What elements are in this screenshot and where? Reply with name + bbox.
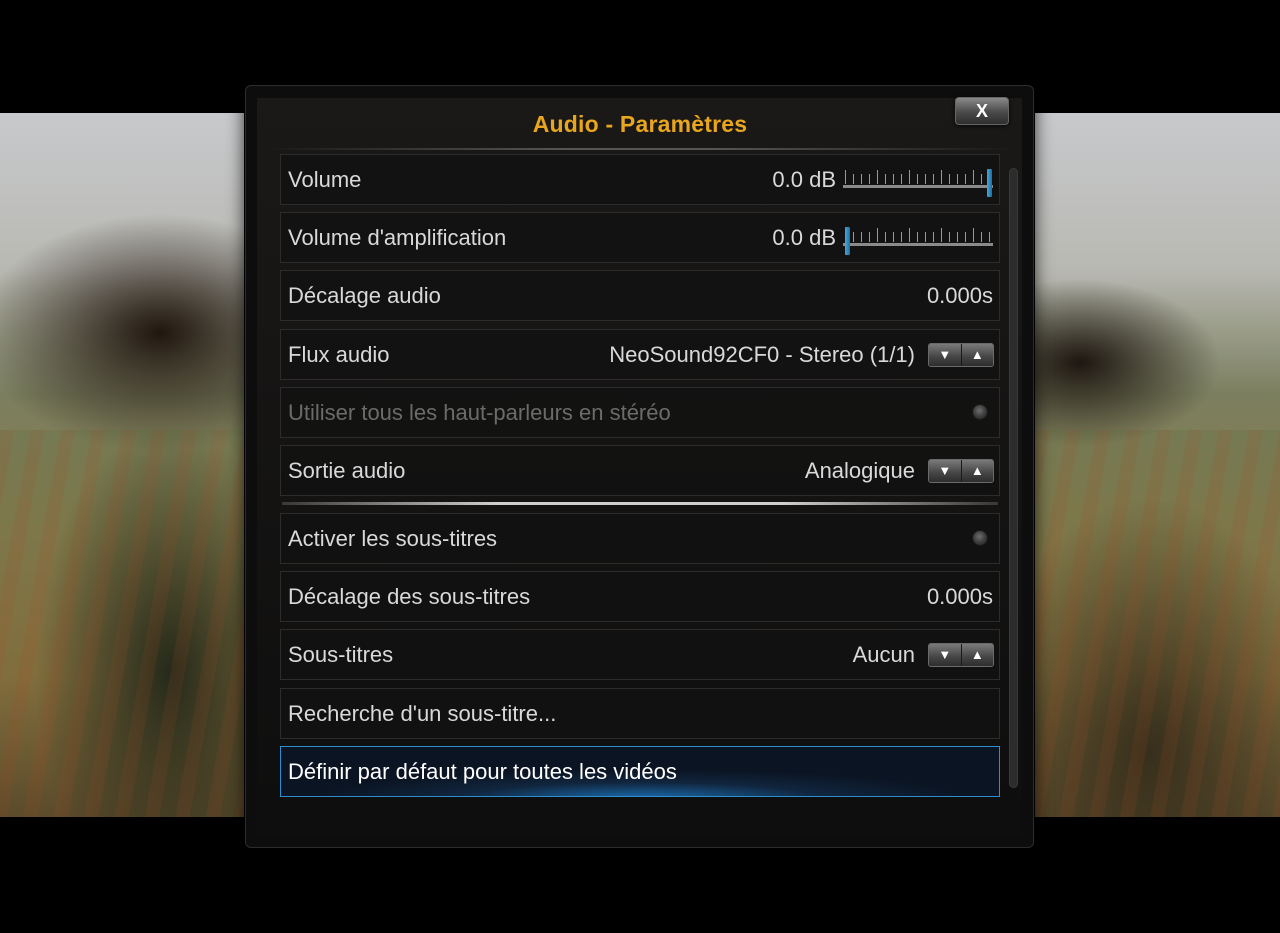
setting-subtitle-offset[interactable]: Décalage des sous-titres 0.000s (280, 571, 1000, 622)
setting-label: Recherche d'un sous-titre... (288, 701, 557, 726)
setting-search-subtitle[interactable]: Recherche d'un sous-titre... (280, 688, 1000, 739)
slider-knob[interactable] (987, 169, 992, 197)
setting-value: Analogique (804, 458, 915, 483)
setting-value: Aucun (852, 642, 915, 667)
setting-amplification[interactable]: Volume d'amplification 0.0 dB (280, 212, 1000, 263)
setting-subtitles[interactable]: Sous-titres Aucun ▼ ▲ (280, 629, 1000, 680)
spinner-down-icon[interactable]: ▼ (929, 460, 961, 482)
setting-enable-subtitles[interactable]: Activer les sous-titres (280, 513, 1000, 564)
setting-volume[interactable]: Volume 0.0 dB (280, 154, 1000, 205)
set-as-default-button[interactable]: Définir par défaut pour toutes les vidéo… (280, 746, 1000, 797)
setting-audio-stream[interactable]: Flux audio NeoSound92CF0 - Stereo (1/1) … (280, 329, 1000, 380)
setting-audio-output[interactable]: Sortie audio Analogique ▼ ▲ (280, 445, 1000, 496)
settings-scrollbar[interactable] (1009, 168, 1018, 788)
setting-label: Décalage des sous-titres (288, 584, 531, 609)
slider-track (843, 185, 993, 188)
setting-label: Flux audio (288, 342, 390, 367)
volume-slider[interactable] (843, 169, 993, 197)
setting-audio-offset[interactable]: Décalage audio 0.000s (280, 270, 1000, 321)
setting-value: 0.0 dB (772, 167, 836, 192)
audio-stream-spinner: ▼ ▲ (928, 343, 994, 367)
slider-ticks-major (845, 170, 991, 184)
radio-toggle-icon[interactable] (973, 531, 987, 545)
spinner-down-icon[interactable]: ▼ (929, 344, 961, 366)
setting-label: Sortie audio (288, 458, 406, 483)
spinner-up-icon[interactable]: ▲ (960, 460, 993, 482)
setting-value: 0.000s (926, 584, 993, 609)
setting-value: NeoSound92CF0 - Stereo (1/1) (609, 342, 915, 367)
amplification-slider[interactable] (843, 227, 993, 255)
slider-ticks-major (845, 228, 991, 242)
spinner-up-icon[interactable]: ▲ (960, 644, 993, 666)
section-divider (282, 502, 998, 505)
close-button[interactable]: X (955, 97, 1009, 125)
setting-label: Activer les sous-titres (288, 526, 498, 551)
setting-stereo-upmix: Utiliser tous les haut-parleurs en stéré… (280, 387, 1000, 438)
setting-label: Volume d'amplification (288, 225, 507, 250)
audio-output-spinner: ▼ ▲ (928, 459, 994, 483)
setting-label: Sous-titres (288, 642, 394, 667)
setting-label: Décalage audio (288, 283, 441, 308)
setting-label: Volume (288, 167, 362, 192)
setting-label: Utiliser tous les haut-parleurs en stéré… (288, 400, 671, 425)
slider-track (843, 243, 993, 246)
subtitles-spinner: ▼ ▲ (928, 643, 994, 667)
spinner-up-icon[interactable]: ▲ (960, 344, 993, 366)
title-separator (265, 148, 1015, 150)
setting-value: 0.000s (926, 283, 993, 308)
setting-label: Définir par défaut pour toutes les vidéo… (288, 759, 677, 784)
spinner-down-icon[interactable]: ▼ (929, 644, 961, 666)
slider-knob[interactable] (845, 227, 850, 255)
setting-value: 0.0 dB (772, 225, 836, 250)
radio-toggle-icon (973, 405, 987, 419)
dialog-title: Audio - Paramètres (532, 111, 748, 137)
